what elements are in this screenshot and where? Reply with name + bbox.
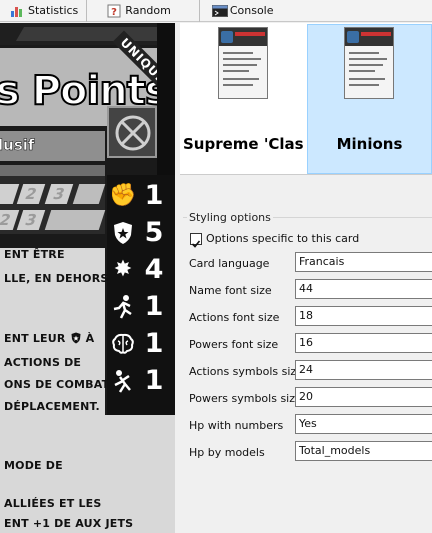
actions-font-size-label: Actions font size [189,311,280,324]
toolbar: Statistics ? Random Console [0,0,432,22]
card-preview: s Points UNIQUE lusif 2 3 2 3 ✊ 1 5 ✸ 4 … [0,23,175,533]
stat-value: 1 [144,291,164,322]
card-text-line: ACTIONS DE [4,356,82,369]
impact-icon: ✸ [113,257,133,282]
stat-mind: 1 [107,325,175,362]
card-text-line: DÉPLACEMENT. [4,400,100,413]
card-language-label: Card language [189,257,270,270]
card-top-stripe [15,27,175,41]
hp-with-numbers-field[interactable]: Yes [295,414,432,434]
card-list-item[interactable]: Supreme 'Classi [180,24,304,174]
card-text-area-lower [0,415,175,533]
card-list: Supreme 'Classi Minions [180,23,432,175]
hp-box [72,184,106,204]
card-text-line: ALLIÉES ET LES [4,497,102,510]
card-text-line: ENT ÊTRE [4,248,65,261]
actions-symbols-size-field[interactable]: 24 [295,360,432,380]
hp-box: 3 [44,184,74,204]
stat-impact: ✸ 4 [107,251,175,288]
app-window: Statistics ? Random Console s Points UNI… [0,0,432,533]
card-list-item-label: Minions [336,135,403,153]
card-text-line: ENT +1 DE AUX JETS [4,517,134,530]
card-text-line: MODE DE [4,459,63,472]
svg-text:?: ? [111,7,117,18]
tab-statistics[interactable]: Statistics [0,0,88,22]
shield-star-icon [70,332,82,347]
fist-icon: ✊ [109,183,137,208]
running-icon [107,290,139,324]
card-list-item-selected[interactable]: Minions [307,24,432,174]
tab-label: Statistics [28,4,79,17]
name-font-size-field[interactable]: 44 [295,279,432,299]
brain-icon [107,327,139,361]
tab-console[interactable]: Console [200,0,282,22]
tab-random[interactable]: ? Random [87,0,200,22]
stat-value: 1 [144,328,164,359]
stat-value: 5 [144,217,164,248]
hp-track: 2 3 2 3 [0,176,106,234]
stat-column: ✊ 1 5 ✸ 4 1 1 1 [107,175,175,430]
specific-options-label: Options specific to this card [206,232,360,245]
stat-dodge: 1 [107,362,175,399]
shield-star-icon [107,216,139,250]
powers-font-size-label: Powers font size [189,338,279,351]
actions-symbols-size-label: Actions symbols size [189,365,303,378]
powers-symbols-size-field[interactable]: 20 [295,387,432,407]
hp-with-numbers-label: Hp with numbers [189,419,284,432]
bar-chart-icon [10,4,24,18]
hp-box: 2 [0,210,20,230]
group-title: Styling options [187,211,273,224]
console-icon [211,4,228,18]
tab-label: Console [229,4,274,17]
stat-defense: 5 [107,214,175,251]
stat-attack: ✊ 1 [107,177,175,214]
card-thumbnail [344,27,394,99]
card-text-line: ONS DE COMBAT [4,378,110,391]
actions-font-size-field[interactable]: 18 [295,306,432,326]
card-language-field[interactable]: Francais [295,252,432,272]
powers-symbols-size-label: Powers symbols size [189,392,302,405]
crossed-circle-icon [107,106,157,158]
card-list-item-label: Supreme 'Classi [183,135,303,153]
hp-by-models-label: Hp by models [189,446,265,459]
hp-box [44,210,106,230]
specific-options-checkbox[interactable] [190,233,202,248]
stat-value: 4 [144,254,164,285]
dodge-icon [107,364,139,398]
stat-value: 1 [144,365,164,396]
stat-value: 1 [144,180,164,211]
tab-label: Random [125,4,171,17]
powers-font-size-field[interactable]: 16 [295,333,432,353]
hp-box: 2 [16,184,46,204]
question-icon: ? [107,4,121,18]
stat-speed: 1 [107,288,175,325]
card-text-line: ENT LEUR À [4,332,95,347]
card-thumbnail [218,27,268,99]
card-text-line: LLE, EN DEHORS [4,272,109,285]
hp-by-models-field[interactable]: Total_models [295,441,432,461]
checkmark-icon [191,240,201,248]
hp-box [0,184,20,204]
card-subtitle: lusif [0,136,35,155]
card-text-fragment: ENT LEUR [4,332,66,345]
hp-box: 3 [16,210,46,230]
name-font-size-label: Name font size [189,284,272,297]
